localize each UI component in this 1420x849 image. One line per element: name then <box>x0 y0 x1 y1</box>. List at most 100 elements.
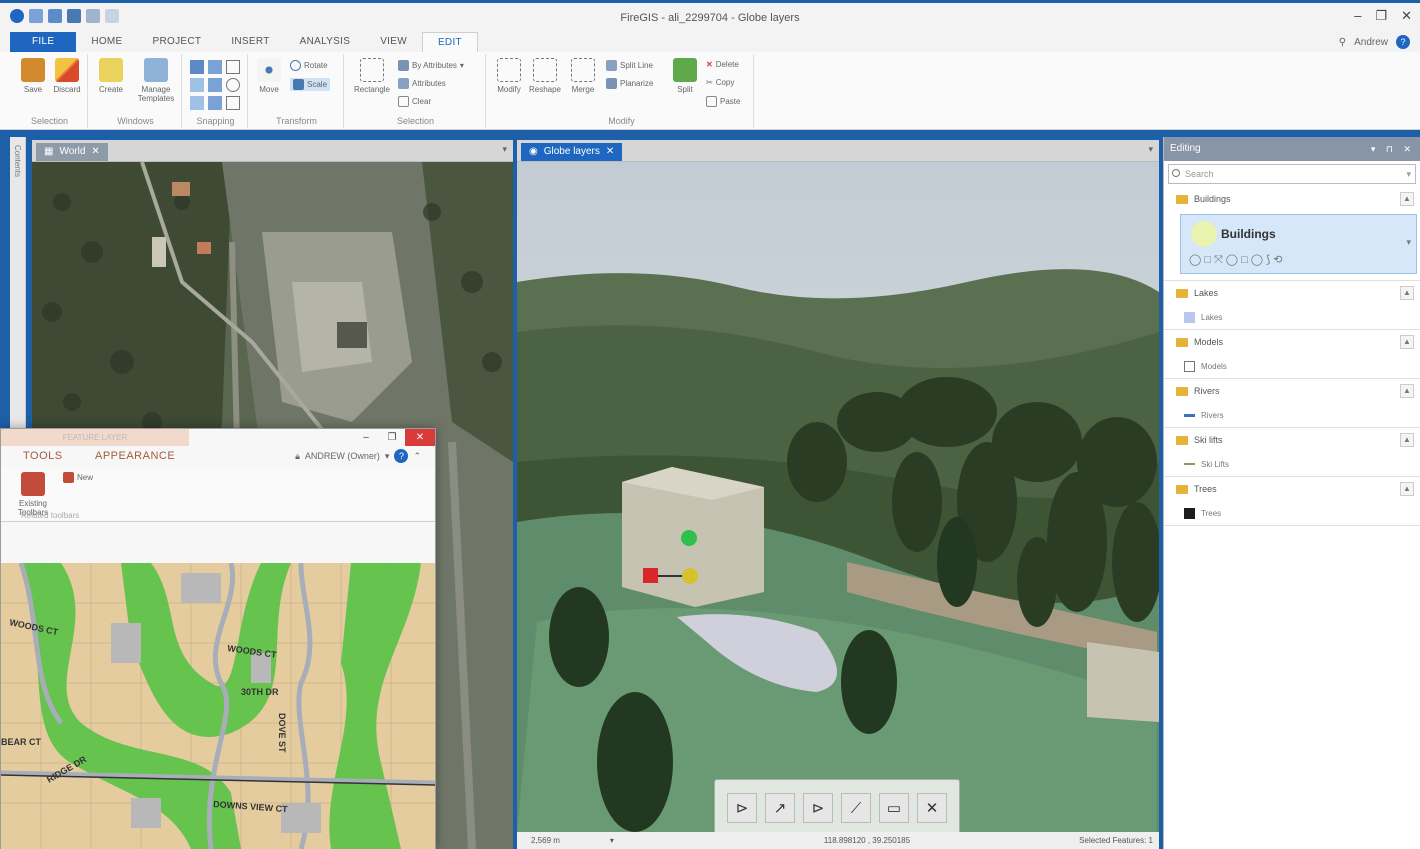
help-icon[interactable]: ? <box>394 449 409 463</box>
snap-options-icon[interactable] <box>226 96 240 110</box>
create-features-button[interactable]: Create <box>94 58 128 94</box>
ribbon-collapse-icon[interactable]: ⌃ <box>413 451 421 462</box>
discard-edits-button[interactable]: Discard <box>50 58 84 94</box>
select-rectangle-button[interactable]: Rectangle <box>350 58 394 94</box>
manage-templates-button[interactable]: Manage Templates <box>134 58 178 103</box>
snap-midpoint-icon[interactable] <box>208 78 222 92</box>
minimize-button[interactable]: – <box>353 429 379 446</box>
close-tab-icon[interactable]: ✕ <box>91 143 99 161</box>
scale-button[interactable]: Scale <box>290 78 331 91</box>
layer-header[interactable]: Buildings ▲ <box>1164 187 1420 211</box>
layer-header[interactable]: Rivers ▲ <box>1164 379 1420 403</box>
cancel-tool-icon[interactable]: ✕ <box>917 793 947 823</box>
chevron-down-icon[interactable]: ▾ <box>610 836 614 845</box>
close-button[interactable]: ✕ <box>1401 8 1412 24</box>
layer-header[interactable]: Trees ▲ <box>1164 477 1420 501</box>
template-item-models[interactable]: Models <box>1164 354 1420 378</box>
collapse-icon[interactable]: ▲ <box>1400 482 1414 496</box>
tab-analysis[interactable]: ANALYSIS <box>285 32 366 52</box>
tab-tools[interactable]: TOOLS <box>23 450 63 462</box>
close-tab-icon[interactable]: ✕ <box>606 143 614 161</box>
template-item-ski-lifts[interactable]: Ski Lifts <box>1164 452 1420 476</box>
tab-world-view[interactable]: ▦ World ✕ <box>36 143 108 161</box>
layer-group-models: Models ▲ Models <box>1164 330 1420 379</box>
user-name[interactable]: Andrew <box>1354 37 1388 48</box>
delete-icon: ✕ <box>706 60 713 69</box>
clear-selection-button[interactable]: Clear <box>398 96 431 107</box>
planarize-button[interactable]: Planarize <box>606 78 653 89</box>
pane-menu-icon[interactable]: ▾ <box>502 144 507 155</box>
group-label-snapping: Snapping <box>196 116 235 126</box>
pane-controls[interactable]: ▾ ⊓ ✕ <box>1371 137 1415 161</box>
snap-point-icon[interactable] <box>190 60 204 74</box>
template-name: Lakes <box>1201 312 1223 322</box>
tab-insert[interactable]: INSERT <box>216 32 284 52</box>
ribbon: Save Discard Selection Create Manage Tem… <box>0 52 1420 130</box>
snap-end-icon[interactable] <box>190 78 204 92</box>
tab-appearance[interactable]: APPEARANCE <box>95 450 175 462</box>
collapse-icon[interactable]: ▲ <box>1400 433 1414 447</box>
minimize-button[interactable]: – <box>1354 8 1361 24</box>
group-label-selection2: Selection <box>396 116 435 126</box>
snap-perpendicular-icon[interactable] <box>208 96 222 110</box>
paste-icon <box>706 96 717 107</box>
tab-view[interactable]: VIEW <box>365 32 422 52</box>
save-edits-button[interactable]: Save <box>16 58 50 94</box>
search-input[interactable]: Search ▾ <box>1168 164 1416 184</box>
select-tool-icon[interactable]: ⊳ <box>727 793 757 823</box>
snap-vertex-icon[interactable] <box>208 60 222 74</box>
close-button[interactable]: ✕ <box>405 429 435 446</box>
move-button[interactable]: Move <box>252 58 286 94</box>
layer-header[interactable]: Ski lifts ▲ <box>1164 428 1420 452</box>
chevron-down-icon[interactable]: ▾ <box>385 451 390 462</box>
discard-edits-icon <box>55 58 79 82</box>
select-by-attributes-button[interactable]: By Attributes ▾ <box>398 60 464 71</box>
collapse-icon[interactable]: ▲ <box>1400 192 1414 206</box>
modify-button[interactable]: Modify <box>492 58 526 94</box>
copy-button[interactable]: ✂ Copy <box>706 78 734 87</box>
construction-tools-icons[interactable]: ◯□⤧◯□◯⟆⟲ <box>1189 253 1286 267</box>
pane-menu-icon[interactable]: ▾ <box>1148 144 1153 155</box>
floating-user-name[interactable]: ANDREW (Owner) <box>305 451 380 461</box>
globe-3d-scene[interactable]: ⊳ ↗ ⊳ ⟋ ▭ ✕ <box>517 162 1159 832</box>
reshape-button[interactable]: Reshape <box>528 58 562 94</box>
attributes-button[interactable]: Attributes <box>398 78 446 89</box>
layer-header[interactable]: Models ▲ <box>1164 330 1420 354</box>
maximize-button[interactable]: ❐ <box>379 429 405 446</box>
contextual-tab-header: FEATURE LAYER <box>1 429 189 446</box>
tab-edit[interactable]: EDIT <box>421 32 478 52</box>
snap-edge-icon[interactable] <box>226 60 240 74</box>
tab-project[interactable]: PROJECT <box>138 32 217 52</box>
vertex-tool-icon[interactable]: ⊳ <box>803 793 833 823</box>
collapse-icon[interactable]: ▲ <box>1400 384 1414 398</box>
new-toolbar-button[interactable]: New <box>63 472 93 483</box>
rotate-button[interactable]: Rotate <box>290 60 328 71</box>
move-tool-icon[interactable]: ↗ <box>765 793 795 823</box>
snap-tangent-icon[interactable] <box>190 96 204 110</box>
maximize-button[interactable]: ❐ <box>1375 8 1387 24</box>
new-toolbar-icon <box>63 472 74 483</box>
tab-file[interactable]: FILE <box>10 32 77 52</box>
snap-intersection-icon[interactable] <box>226 78 240 92</box>
scale-readout[interactable]: 2,569 m <box>531 836 560 845</box>
merge-button[interactable]: Merge <box>566 58 600 94</box>
delete-button[interactable]: ✕ Delete <box>706 60 739 69</box>
street-map-canvas[interactable]: WOODS CT WOODS CT BEAR CT RIDGE DR DOWNS… <box>1 563 435 849</box>
template-card-buildings[interactable]: Buildings ◯□⤧◯□◯⟆⟲ ▾ <box>1180 214 1417 274</box>
paste-button[interactable]: Paste <box>706 96 740 107</box>
split-line-button[interactable]: Split Line <box>606 60 653 71</box>
collapse-icon[interactable]: ▲ <box>1400 335 1414 349</box>
chevron-down-icon[interactable]: ▾ <box>1406 165 1411 183</box>
scale-tool-icon[interactable]: ▭ <box>879 793 909 823</box>
layer-header[interactable]: Lakes ▲ <box>1164 281 1420 305</box>
template-item-rivers[interactable]: Rivers <box>1164 403 1420 427</box>
chevron-down-icon[interactable]: ▾ <box>1406 237 1411 248</box>
collapse-icon[interactable]: ▲ <box>1400 286 1414 300</box>
tab-globe-view[interactable]: ◉ Globe layers ✕ <box>521 143 623 161</box>
template-item-lakes[interactable]: Lakes <box>1164 305 1420 329</box>
split-button[interactable]: Split <box>668 58 702 94</box>
help-icon[interactable]: ? <box>1396 35 1410 49</box>
template-item-trees[interactable]: Trees <box>1164 501 1420 525</box>
rotate-tool-icon[interactable]: ⟋ <box>841 793 871 823</box>
tab-home[interactable]: HOME <box>76 32 137 52</box>
